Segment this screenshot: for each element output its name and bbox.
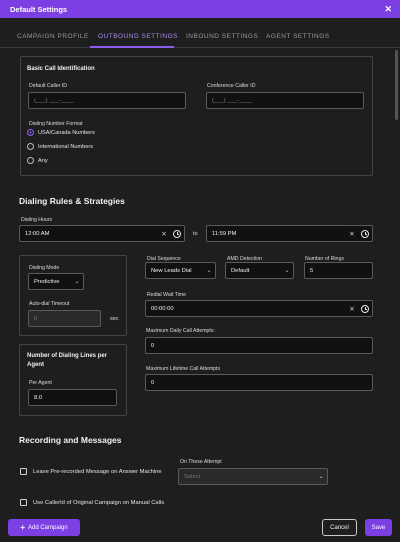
dialing-number-format-label: Dialing Number Format (29, 121, 83, 127)
clock-icon[interactable] (170, 227, 184, 241)
dialog-title-bar: Default Settings ✕ (0, 0, 400, 18)
dialing-rules-heading: Dialing Rules & Strategies (19, 196, 125, 206)
redial-wait-time-label: Redial Wait Time (147, 292, 187, 298)
number-of-rings-input[interactable]: 5 (304, 262, 373, 279)
clock-icon[interactable] (358, 302, 372, 316)
max-lifetime-attempts-label: Maximum Lifetime Call Attempts (146, 366, 221, 372)
use-callerid-option[interactable]: Use CallerId of Original Campaign on Man… (20, 499, 164, 506)
dialing-hours-to-input[interactable]: 11:59 PM ✕ (206, 225, 373, 242)
clear-icon[interactable]: ✕ (346, 305, 358, 313)
auto-dial-timeout-input[interactable]: 0 (28, 310, 101, 327)
use-callerid-checkbox[interactable] (20, 499, 27, 506)
on-these-attempt-select[interactable]: Select ⌄ (178, 468, 328, 485)
chevron-down-icon: ⌄ (74, 279, 80, 285)
active-tab-indicator (90, 46, 174, 48)
radio-usa-canada-label: USA/Canada Numbers (38, 129, 95, 136)
clear-icon[interactable]: ✕ (346, 230, 358, 238)
max-lifetime-attempts-input[interactable]: 0 (145, 374, 373, 391)
radio-button-checked[interactable] (27, 129, 34, 136)
chevron-down-icon: ⌄ (318, 474, 324, 480)
on-these-attempt-label: On These Attempt (180, 459, 222, 465)
dialog-title: Default Settings (10, 4, 68, 14)
default-caller-id-label: Default Caller ID (29, 83, 68, 89)
radio-any[interactable]: Any (27, 157, 48, 164)
per-agent-input[interactable]: 8.0 (28, 389, 117, 406)
conference-caller-id-label: Conference Caller ID (207, 83, 256, 89)
save-label: Save (371, 524, 386, 531)
use-callerid-label: Use CallerId of Original Campaign on Man… (33, 499, 165, 506)
conference-caller-id-input[interactable]: (___) ___-____ (206, 92, 364, 109)
lines-per-agent-title: Number of Dialing Lines per Agent (27, 353, 108, 368)
recording-messages-heading: Recording and Messages (19, 435, 122, 445)
leave-message-checkbox[interactable] (20, 468, 27, 475)
scrollbar-thumb[interactable] (395, 50, 398, 120)
default-caller-id-input[interactable]: (___) ___-____ (28, 92, 186, 109)
tab-agent-settings[interactable]: AGENT SETTINGS (266, 33, 330, 40)
per-agent-label: Per Agent (29, 380, 52, 386)
clock-icon[interactable] (358, 227, 372, 241)
radio-usa-canada[interactable]: USA/Canada Numbers (27, 129, 95, 136)
clear-icon[interactable]: ✕ (158, 230, 170, 238)
radio-button[interactable] (27, 157, 34, 164)
basic-call-id-title: Basic Call Identification (27, 66, 95, 72)
radio-international[interactable]: International Numbers (27, 143, 93, 150)
tab-campaign-profile[interactable]: CAMPAIGN PROFILE (17, 33, 89, 40)
redial-wait-time-input[interactable]: 00:00:00 ✕ (145, 300, 373, 317)
tab-bar: CAMPAIGN PROFILE OUTBOUND SETTINGS INBOU… (0, 26, 400, 48)
add-campaign-label: Add Campaign (27, 524, 68, 531)
leave-message-label: Leave Pre-recorded Message on Answer Mac… (33, 468, 162, 475)
leave-message-option[interactable]: Leave Pre-recorded Message on Answer Mac… (20, 468, 162, 475)
dialing-hours-label: Dialing Hours (21, 217, 53, 223)
chevron-down-icon: ⌄ (206, 268, 212, 274)
max-daily-attempts-input[interactable]: 0 (145, 337, 373, 354)
dialing-hours-from-input[interactable]: 12:00 AM ✕ (19, 225, 185, 242)
dialing-hours-to-label: to (193, 231, 198, 237)
close-icon[interactable]: ✕ (384, 4, 392, 15)
amd-detection-select[interactable]: Default ⌄ (225, 262, 294, 279)
radio-international-label: International Numbers (38, 143, 94, 150)
tab-outbound-settings[interactable]: OUTBOUND SETTINGS (98, 33, 178, 40)
plus-icon: + (20, 523, 25, 532)
dialing-mode-select[interactable]: Predictive ⌄ (28, 273, 84, 290)
save-button[interactable]: Save (365, 519, 392, 536)
radio-button[interactable] (27, 143, 34, 150)
dialing-mode-label: Dialing Mode (29, 265, 60, 271)
max-daily-attempts-label: Maximum Daily Call Attempts: (146, 328, 215, 334)
cancel-button[interactable]: Cancel (322, 519, 357, 536)
basic-call-id-card (20, 56, 373, 176)
tab-inbound-settings[interactable]: INBOUND SETTINGS (186, 33, 258, 40)
add-campaign-button[interactable]: + Add Campaign (8, 519, 80, 536)
cancel-label: Cancel (330, 524, 349, 531)
auto-dial-timeout-label: Auto-dial Timeout (29, 301, 70, 307)
auto-dial-timeout-suffix: sec (110, 316, 119, 322)
dial-sequence-select[interactable]: New Leads Dial ⌄ (145, 262, 216, 279)
chevron-down-icon: ⌄ (284, 268, 290, 274)
radio-any-label: Any (38, 157, 48, 164)
